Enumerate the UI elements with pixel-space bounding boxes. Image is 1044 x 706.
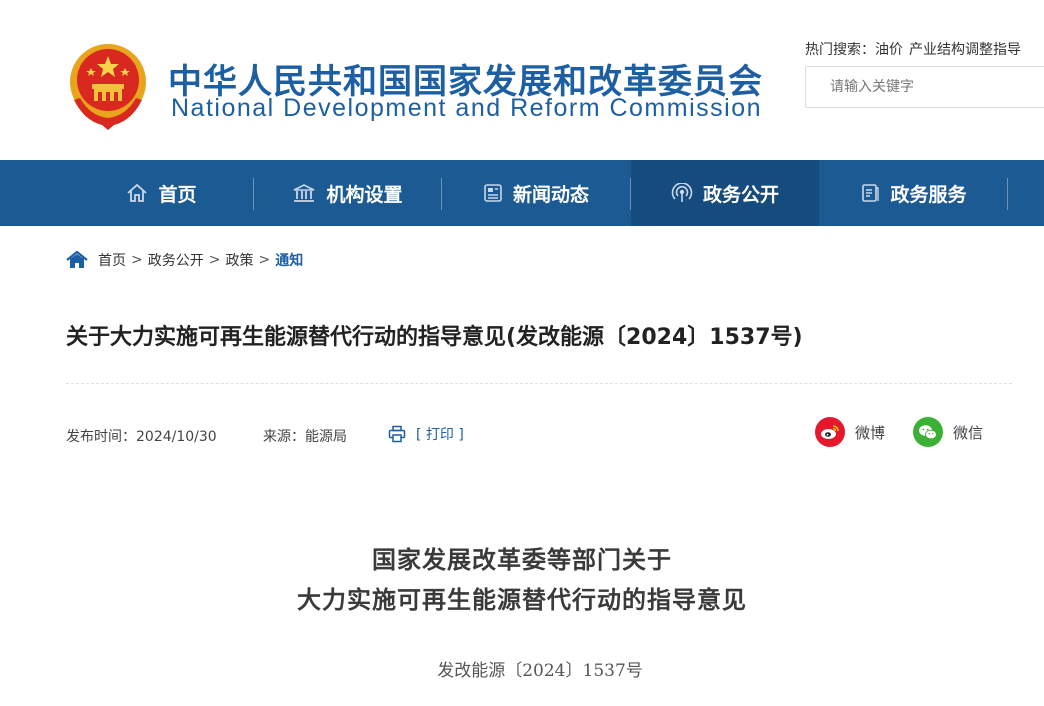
home-icon xyxy=(126,183,148,203)
title-divider xyxy=(66,383,1012,384)
breadcrumb: 首页 > 政务公开 > 政策 > 通知 xyxy=(66,248,303,272)
weibo-icon xyxy=(815,417,845,447)
site-header: 中华人民共和国国家发展和改革委员会 National Development a… xyxy=(0,0,1044,160)
main-nav: 首页 机构设置 新闻动态 政务公开 政务服务 xyxy=(0,160,1044,226)
nav-item-label: 政务公开 xyxy=(702,183,779,206)
building-icon xyxy=(292,183,316,203)
wechat-icon xyxy=(913,417,943,447)
news-icon xyxy=(483,183,503,203)
document-number: 发改能源〔2024〕1537号 xyxy=(437,661,643,681)
print-button[interactable]: [ 打印 ] xyxy=(388,424,464,444)
print-label: [ 打印 ] xyxy=(416,427,464,443)
document-heading-line2: 大力实施可再生能源替代行动的指导意见 xyxy=(297,586,747,614)
home-icon[interactable] xyxy=(66,251,88,269)
nav-item-label: 首页 xyxy=(158,183,197,206)
hot-term-link[interactable]: 产业结构调整指导 xyxy=(909,42,1021,58)
article-meta: 发布时间：2024/10/30 来源：能源局 [ 打印 ] xyxy=(66,425,464,446)
printer-icon xyxy=(388,425,406,443)
page-title: 关于大力实施可再生能源替代行动的指导意见(发改能源〔2024〕1537号) xyxy=(66,325,803,350)
hot-search: 热门搜索：油价 产业结构调整指导 xyxy=(805,39,1027,59)
share-wechat-label: 微信 xyxy=(953,423,984,442)
nav-item-home[interactable]: 首页 xyxy=(70,160,253,226)
breadcrumb-separator: > xyxy=(258,252,271,268)
hot-search-label: 热门搜索： xyxy=(805,42,875,58)
breadcrumb-link-policy[interactable]: 政策 xyxy=(225,250,253,270)
search-input[interactable] xyxy=(828,78,1032,96)
broadcast-icon xyxy=(671,183,693,203)
nav-item-government-affairs[interactable]: 政务公开 xyxy=(631,160,819,226)
breadcrumb-link-home[interactable]: 首页 xyxy=(98,250,126,270)
breadcrumb-separator: > xyxy=(131,252,143,268)
share-wechat-button[interactable]: 微信 xyxy=(913,417,983,447)
nav-item-services[interactable]: 政务服务 xyxy=(820,160,1007,226)
site-name-en[interactable]: National Development and Reform Commissi… xyxy=(171,94,762,123)
nav-item-news[interactable]: 新闻动态 xyxy=(442,160,630,226)
national-emblem-icon[interactable] xyxy=(66,42,150,132)
publish-time: 发布时间：2024/10/30 xyxy=(66,429,217,445)
breadcrumb-link-government-affairs[interactable]: 政务公开 xyxy=(148,250,204,270)
nav-item-label: 政务服务 xyxy=(890,183,967,206)
share-weibo-button[interactable]: 微博 xyxy=(815,417,885,447)
hot-term-link[interactable]: 油价 xyxy=(875,42,903,58)
breadcrumb-current[interactable]: 通知 xyxy=(275,250,303,270)
nav-item-organization[interactable]: 机构设置 xyxy=(254,160,441,226)
nav-item-label: 机构设置 xyxy=(326,183,403,206)
document-heading-line1: 国家发展改革委等部门关于 xyxy=(372,546,672,574)
article-source: 来源：能源局 xyxy=(263,429,347,445)
service-icon xyxy=(860,183,880,203)
share-weibo-label: 微博 xyxy=(855,423,886,442)
search-box xyxy=(805,66,1044,108)
nav-divider xyxy=(1007,178,1008,210)
breadcrumb-separator: > xyxy=(208,252,221,268)
nav-item-label: 新闻动态 xyxy=(512,183,589,206)
